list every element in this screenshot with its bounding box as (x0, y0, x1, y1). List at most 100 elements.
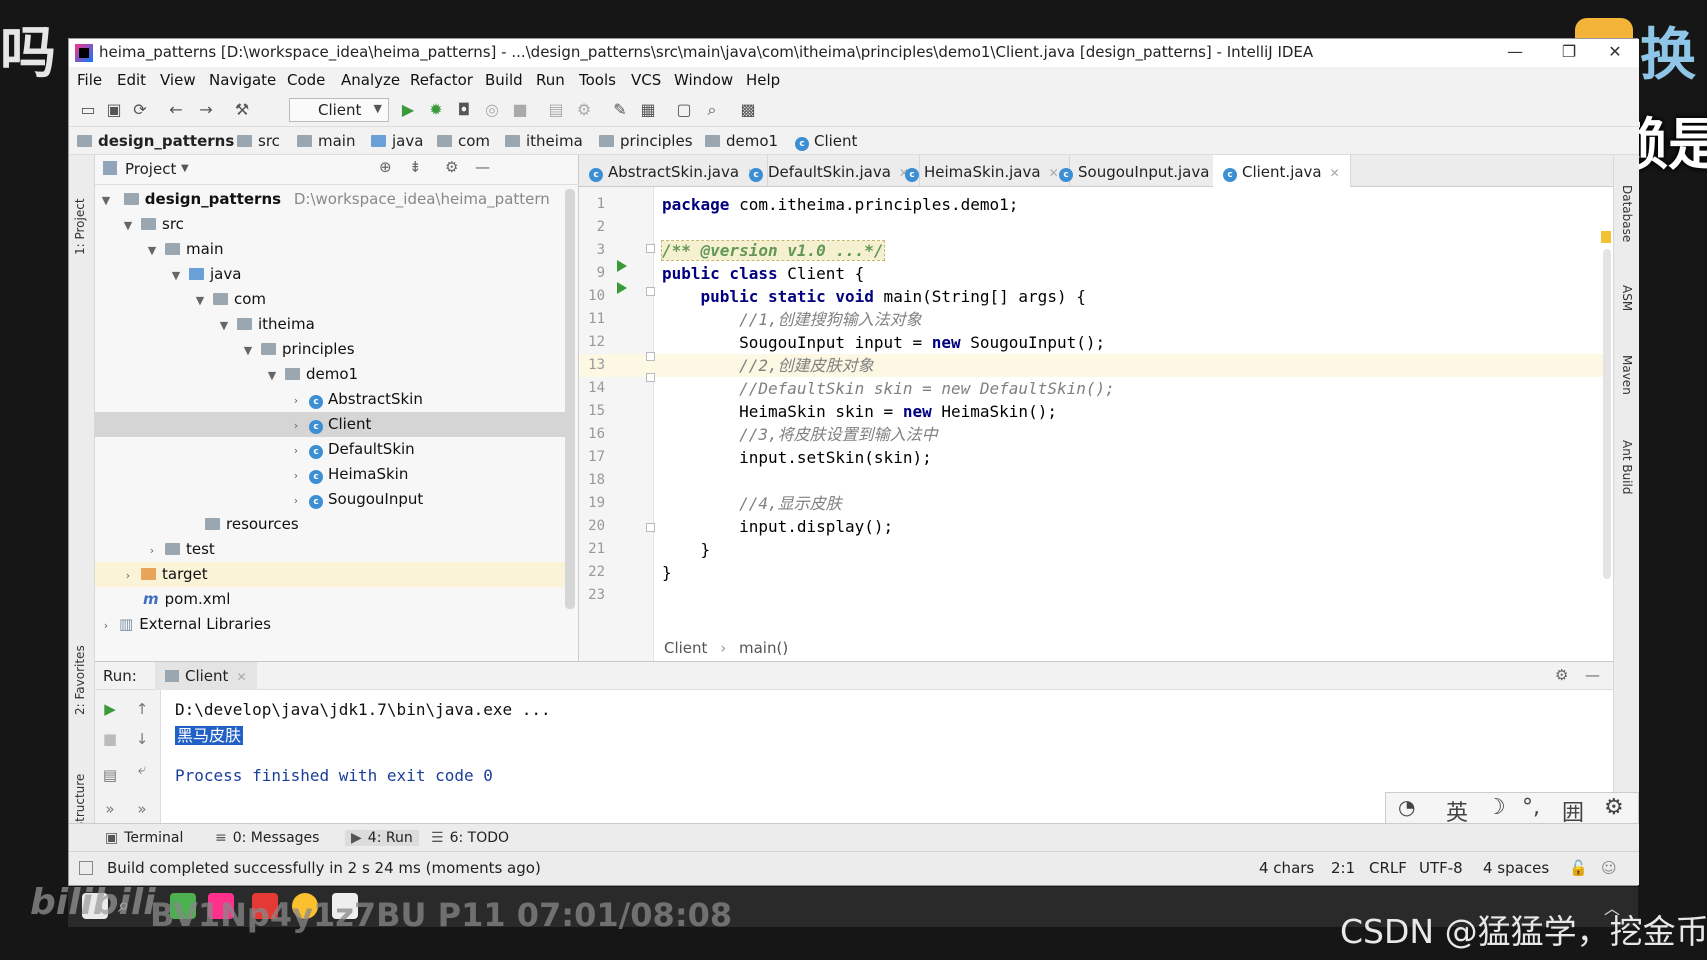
menu-view[interactable]: View (160, 71, 196, 89)
code-line[interactable]: 19 //4,显示皮肤 (579, 492, 1603, 515)
event-log-icon[interactable]: ☺ (1601, 859, 1617, 877)
collapse-arrow-icon[interactable]: › (121, 563, 135, 588)
breadcrumb-demo1[interactable]: demo1 (705, 132, 778, 150)
project-view-select[interactable]: Project (125, 160, 176, 178)
terminal-window-icon[interactable]: ▢ (675, 101, 693, 119)
code-line[interactable]: 12 SougouInput input = new SougouInput()… (579, 331, 1603, 354)
tree-item-external-libraries[interactable]: › ▥ External Libraries (95, 612, 570, 637)
status-toggle-icon[interactable] (79, 861, 93, 875)
code-line[interactable]: 9 public class Client { (579, 262, 1603, 285)
build-hammer-icon[interactable]: ⚒ (233, 101, 251, 119)
project-structure-icon[interactable]: ▦ (639, 101, 657, 119)
console-output[interactable]: 黑马皮肤 (175, 722, 244, 746)
more-icon[interactable]: » (101, 800, 119, 818)
ime-punct-icon[interactable]: °, (1522, 795, 1540, 820)
editor-crumb-class[interactable]: Client (664, 639, 707, 657)
collapse-arrow-icon[interactable]: › (145, 538, 159, 563)
fold-icon[interactable] (646, 244, 655, 253)
breadcrumb-design-patterns[interactable]: design_patterns (77, 132, 234, 150)
messages-tab[interactable]: ≡ 0: Messages (215, 830, 319, 846)
run-tool-tab[interactable]: ▶ 4: Run (345, 830, 419, 846)
code-line[interactable]: 22} (579, 561, 1603, 584)
menu-file[interactable]: File (77, 71, 102, 89)
breadcrumb-com[interactable]: com (437, 132, 490, 150)
open-folder-icon[interactable]: ▭ (79, 101, 97, 119)
more-icon[interactable]: » (133, 800, 151, 818)
save-icon[interactable]: ▣ (105, 101, 123, 119)
status-caret-position[interactable]: 2:1 (1331, 859, 1355, 877)
fold-icon[interactable] (646, 373, 655, 382)
menu-navigate[interactable]: Navigate (209, 71, 276, 89)
update-icon[interactable]: ▤ (547, 101, 565, 119)
menu-edit[interactable]: Edit (117, 71, 146, 89)
ime-settings-icon[interactable]: ⚙ (1604, 795, 1624, 820)
collapse-arrow-icon[interactable]: › (289, 488, 303, 513)
ime-keyboard-icon[interactable]: 囲 (1562, 795, 1584, 827)
fold-icon[interactable] (646, 287, 655, 296)
breadcrumb-client[interactable]: c Client (795, 132, 857, 151)
expand-arrow-icon[interactable]: ▼ (121, 213, 135, 238)
soft-wrap-icon[interactable]: ⤶ (133, 760, 151, 778)
run-icon[interactable]: ▶ (399, 101, 417, 119)
menu-build[interactable]: Build (485, 71, 523, 89)
favorites-tool-tab[interactable]: 2: Favorites (73, 645, 87, 715)
code-line[interactable]: 3 /** @version v1.0 ...*/ (579, 239, 1603, 262)
tree-item-heimaskin[interactable]: › c HeimaSkin (95, 462, 570, 487)
tree-item-defaultskin[interactable]: › c DefaultSkin (95, 437, 570, 462)
collapse-arrow-icon[interactable]: › (289, 438, 303, 463)
code-line[interactable]: 23 (579, 584, 1603, 607)
tree-item-principles[interactable]: ▼ principles (95, 337, 570, 362)
collapse-arrow-icon[interactable]: › (289, 413, 303, 438)
tab-heimaskin[interactable]: c HeimaSkin.java ✕ (895, 155, 1070, 187)
status-line-separator[interactable]: CRLF (1369, 859, 1407, 877)
status-indent[interactable]: 4 spaces (1483, 859, 1549, 877)
profile-icon[interactable]: ◎ (483, 101, 501, 119)
tab-client[interactable]: c Client.java ✕ (1213, 155, 1351, 187)
project-scrollbar[interactable] (565, 189, 575, 609)
expand-arrow-icon[interactable]: ▼ (99, 188, 113, 213)
breadcrumb-main[interactable]: main (297, 132, 355, 150)
run-tab-client[interactable]: Client ✕ (155, 662, 257, 690)
ime-lang-toggle[interactable]: 英 (1446, 795, 1468, 827)
close-button[interactable]: ✕ (1595, 42, 1635, 61)
code-line[interactable]: 15 HeimaSkin skin = new HeimaSkin(); (579, 400, 1603, 423)
settings-wrench-icon[interactable]: ✎ (611, 101, 629, 119)
todo-tab[interactable]: ☰ 6: TODO (431, 830, 509, 846)
collapse-arrow-icon[interactable]: › (289, 388, 303, 413)
expand-arrow-icon[interactable]: ▼ (145, 238, 159, 263)
tree-item-abstractskin[interactable]: › c AbstractSkin (95, 387, 570, 412)
code-line[interactable]: 1 package com.itheima.principles.demo1; (579, 193, 1603, 216)
tree-item-com[interactable]: ▼ com (95, 287, 570, 312)
breadcrumb-src[interactable]: src (237, 132, 280, 150)
forward-icon[interactable]: → (197, 101, 215, 119)
collapse-all-icon[interactable]: ⇟ (409, 158, 422, 176)
code-line[interactable]: 16 //3,将皮肤设置到输入法中 (579, 423, 1603, 446)
breadcrumb-principles[interactable]: principles (599, 132, 693, 150)
status-message[interactable]: Build completed successfully in 2 s 24 m… (107, 859, 541, 877)
code-line[interactable]: 21 } (579, 538, 1603, 561)
expand-arrow-icon[interactable]: ▼ (265, 363, 279, 388)
back-icon[interactable]: ← (167, 101, 185, 119)
hide-panel-icon[interactable]: — (1585, 666, 1600, 684)
menu-run[interactable]: Run (536, 71, 565, 89)
tree-item-client[interactable]: › c Client (95, 412, 570, 437)
editor-crumb-method[interactable]: main() (739, 639, 788, 657)
tab-sougouinput[interactable]: cSougouInput.java✕ (1049, 155, 1239, 187)
code-line[interactable]: 18 (579, 469, 1603, 492)
minimize-button[interactable]: — (1495, 42, 1535, 61)
scroll-up-icon[interactable]: ↑ (133, 700, 151, 718)
code-line[interactable]: 17 input.setSkin(skin); (579, 446, 1603, 469)
ime-logo-icon[interactable]: ◔ (1398, 795, 1415, 819)
code-editor[interactable]: 1 package com.itheima.principles.demo1; 2 3… (579, 187, 1613, 661)
expand-arrow-icon[interactable]: ▼ (217, 313, 231, 338)
translate-icon[interactable]: ▩ (739, 101, 757, 119)
terminal-tab[interactable]: ▣ Terminal (105, 830, 183, 846)
ime-moon-icon[interactable]: ☽ (1486, 795, 1506, 820)
tab-defaultskin[interactable]: c DefaultSkin.java ✕ (739, 155, 920, 187)
code-line[interactable]: 10 public static void main(String[] args… (579, 285, 1603, 308)
menu-code[interactable]: Code (287, 71, 325, 89)
tree-item-main[interactable]: ▼ main (95, 237, 570, 262)
database-tool-tab[interactable]: Database (1620, 185, 1634, 242)
expand-arrow-icon[interactable]: ▼ (193, 288, 207, 313)
close-icon[interactable]: ✕ (236, 670, 246, 684)
